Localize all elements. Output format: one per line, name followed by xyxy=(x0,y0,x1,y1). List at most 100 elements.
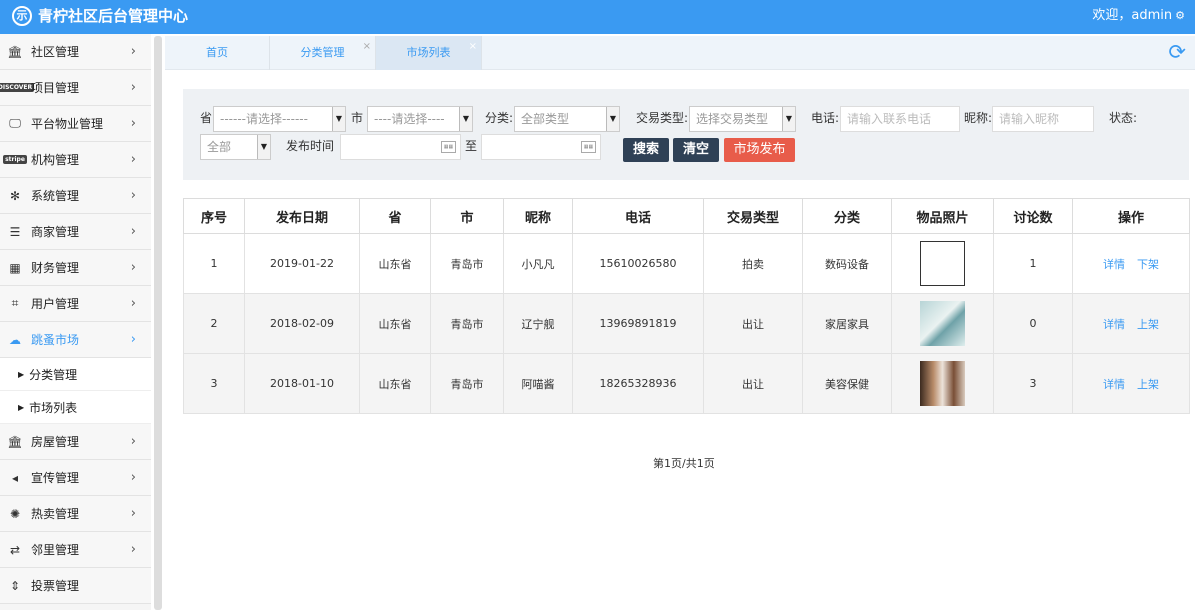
province-label: 省 xyxy=(200,111,213,125)
sidebar-item-label: 商家管理 xyxy=(31,225,80,239)
toggle-listing-link[interactable]: 下架 xyxy=(1137,258,1159,271)
tab-category-management[interactable]: 分类管理 × xyxy=(270,36,376,70)
caret-right-icon: ▶ xyxy=(18,369,25,379)
calendar-icon[interactable]: ▦▦ xyxy=(581,141,596,153)
calculator-icon: ▦ xyxy=(9,260,21,275)
item-photo[interactable] xyxy=(920,361,965,406)
province-select[interactable]: ------请选择------ ▼ xyxy=(213,106,346,132)
cell-category: 家居家具 xyxy=(802,293,892,354)
table-row: 2 2018-02-09 山东省 青岛市 辽宁舰 13969891819 出让 … xyxy=(183,293,1190,354)
column-header: 发布日期 xyxy=(244,198,360,234)
nickname-input[interactable]: 请输入昵称 xyxy=(992,106,1094,132)
chevron-right-icon: › xyxy=(130,470,136,485)
sidebar-item-users[interactable]: ⌗ 用户管理 › xyxy=(0,286,151,322)
caret-down-icon: ▼ xyxy=(332,107,345,131)
toggle-listing-link[interactable]: 上架 xyxy=(1137,318,1159,331)
market-publish-button[interactable]: 市场发布 xyxy=(724,138,795,162)
column-header: 操作 xyxy=(1072,198,1190,234)
sidebar-item-community[interactable]: 🏛 社区管理 › xyxy=(0,34,151,70)
sidebar-item-flea-market[interactable]: ☁ 跳蚤市场 › xyxy=(0,322,151,358)
search-button[interactable]: 搜索 xyxy=(623,138,669,162)
cell-trade-type: 出让 xyxy=(703,293,803,354)
nickname-label: 昵称: xyxy=(964,111,993,125)
stripe-icon: stripe xyxy=(3,155,27,164)
detail-link[interactable]: 详情 xyxy=(1103,318,1125,331)
sidebar-item-organization[interactable]: stripe 机构管理 › xyxy=(0,142,151,178)
province-select-value: ------请选择------ xyxy=(220,112,308,126)
sidebar-item-merchant[interactable]: ☰ 商家管理 › xyxy=(0,214,151,250)
city-select-value: ----请选择---- xyxy=(374,112,445,126)
sidebar-item-housing[interactable]: 🏛 房屋管理 › xyxy=(0,424,151,460)
sidebar-item-hot-sale[interactable]: ✺ 热卖管理 › xyxy=(0,496,151,532)
cell-actions: 详情 下架 xyxy=(1072,233,1190,294)
bank-icon: 🏛 xyxy=(7,44,23,59)
column-header: 物品照片 xyxy=(891,198,994,234)
phone-placeholder: 请输入联系电话 xyxy=(847,112,932,126)
publish-time-label: 发布时间 xyxy=(286,139,335,153)
item-photo[interactable] xyxy=(920,301,965,346)
chevron-right-icon: › xyxy=(130,44,136,59)
nickname-placeholder: 请输入昵称 xyxy=(999,112,1060,126)
status-select-value: 全部 xyxy=(207,140,232,154)
cell-category: 美容保健 xyxy=(802,353,892,414)
discover-card-icon: DISCOVER xyxy=(0,80,35,96)
cell-phone: 18265328936 xyxy=(572,353,704,414)
cell-comments: 3 xyxy=(993,353,1073,414)
cell-actions: 详情 上架 xyxy=(1072,293,1190,354)
yelp-icon: ✻ xyxy=(9,188,21,203)
tab-home[interactable]: 首页 xyxy=(165,36,270,70)
sidebar-scrollbar[interactable] xyxy=(154,36,162,610)
clear-button[interactable]: 清空 xyxy=(673,138,719,162)
trade-type-select[interactable]: 选择交易类型 ▼ xyxy=(689,106,796,132)
toggle-listing-link[interactable]: 上架 xyxy=(1137,378,1159,391)
close-icon[interactable]: × xyxy=(363,30,371,64)
welcome-user[interactable]: 欢迎，admin ⚙ xyxy=(1092,8,1185,24)
sidebar-item-finance[interactable]: ▦ 财务管理 › xyxy=(0,250,151,286)
cell-nickname: 小凡凡 xyxy=(503,233,573,294)
sidebar-item-voting[interactable]: ⇕ 投票管理 xyxy=(0,568,151,604)
sidebar-item-label: 跳蚤市场 xyxy=(31,333,80,347)
monitor-icon: 🖵 xyxy=(9,116,21,130)
app-title: 青柠社区后台管理中心 xyxy=(38,7,189,25)
chevron-right-icon: › xyxy=(130,152,136,167)
sun-icon: ✺ xyxy=(9,506,21,521)
cell-date: 2019-01-22 xyxy=(244,233,360,294)
cell-photo xyxy=(891,233,994,294)
sidebar-item-neighbors[interactable]: ⇄ 邻里管理 › xyxy=(0,532,151,568)
cell-actions: 详情 上架 xyxy=(1072,353,1190,414)
caret-down-icon: ▼ xyxy=(606,107,619,131)
sidebar-item-system[interactable]: ✻ 系统管理 › xyxy=(0,178,151,214)
city-select[interactable]: ----请选择---- ▼ xyxy=(367,106,473,132)
cell-province: 山东省 xyxy=(359,293,431,354)
calendar-icon[interactable]: ▦▦ xyxy=(441,141,456,153)
tab-market-list[interactable]: 市场列表 × xyxy=(376,36,482,70)
cell-city: 青岛市 xyxy=(430,353,504,414)
sidebar-item-property[interactable]: 🖵 平台物业管理 › xyxy=(0,106,151,142)
caret-right-icon: ▶ xyxy=(18,402,25,412)
refresh-icon[interactable]: ⟳ xyxy=(1168,40,1186,64)
date-from-input[interactable]: ▦▦ xyxy=(340,134,461,160)
cell-province: 山东省 xyxy=(359,233,431,294)
sidebar-subitem-category[interactable]: ▶ 分类管理 xyxy=(0,358,151,391)
filter-panel xyxy=(183,89,1189,180)
sidebar-item-label: 财务管理 xyxy=(31,261,80,275)
cell-no: 3 xyxy=(183,353,245,414)
category-select[interactable]: 全部类型 ▼ xyxy=(514,106,620,132)
sidebar-item-promotion[interactable]: ◂ 宣传管理 › xyxy=(0,460,151,496)
cell-trade-type: 出让 xyxy=(703,353,803,414)
status-select[interactable]: 全部 ▼ xyxy=(200,134,271,160)
date-to-input[interactable]: ▦▦ xyxy=(481,134,601,160)
cell-comments: 0 xyxy=(993,293,1073,354)
sidebar-item-projects[interactable]: DISCOVER 项目管理 › xyxy=(0,70,151,106)
detail-link[interactable]: 详情 xyxy=(1103,378,1125,391)
detail-link[interactable]: 详情 xyxy=(1103,258,1125,271)
phone-input[interactable]: 请输入联系电话 xyxy=(840,106,960,132)
gear-icon[interactable]: ⚙ xyxy=(1175,9,1185,22)
close-icon[interactable]: × xyxy=(469,30,477,64)
item-photo[interactable] xyxy=(920,241,965,286)
cell-photo xyxy=(891,353,994,414)
sidebar-subitem-market-list[interactable]: ▶ 市场列表 xyxy=(0,391,151,424)
cell-city: 青岛市 xyxy=(430,233,504,294)
sidebar-item-label: 房屋管理 xyxy=(31,435,80,449)
crop-icon: ⌗ xyxy=(11,296,19,310)
